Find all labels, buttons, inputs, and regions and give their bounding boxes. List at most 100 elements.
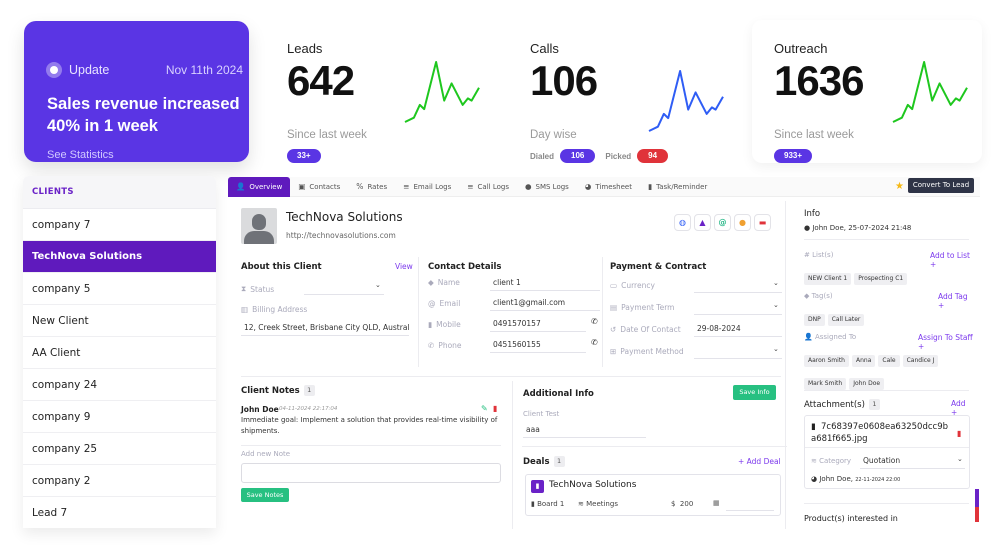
payment-term-select[interactable]: [694, 299, 782, 315]
assigned-label: 👤 Assigned To: [804, 333, 857, 341]
about-title: About this Client: [241, 262, 322, 272]
at-sign-icon: @: [718, 218, 727, 227]
phone-label: ✆ Phone: [428, 341, 462, 350]
quick-actions: ◍ ▲ @ ● ▬: [674, 214, 771, 231]
globe-button[interactable]: ◍: [674, 214, 691, 231]
payment-title: Payment & Contract: [610, 262, 707, 272]
company-url[interactable]: http://technovasolutions.com: [286, 231, 396, 240]
trash-icon: ▬: [758, 218, 767, 227]
staff-chip: Candice J: [902, 355, 939, 367]
hourglass-icon: ⧗: [241, 284, 247, 293]
list-tags: NEW Client 1 Prospecting C1: [804, 265, 974, 288]
deal-date-input[interactable]: [726, 499, 774, 511]
tab-timesheet[interactable]: ◕ Timesheet: [577, 177, 640, 197]
status-label: ⧗ Status: [241, 284, 275, 294]
notes-count: 1: [303, 385, 315, 396]
delete-attachment-icon[interactable]: ▮: [957, 429, 961, 438]
deal-stage: ≋ Meetings: [578, 500, 618, 508]
assigned-staff: Aaron Smith Anna Cale Candice J Mark Smith Jo…: [804, 347, 954, 393]
tag-icon: ◆: [428, 278, 434, 287]
phone-input[interactable]: 0451560155: [490, 337, 586, 353]
client-list-item[interactable]: company 5: [23, 273, 216, 305]
call-phone-icon[interactable]: ✆: [591, 338, 598, 347]
deal-card[interactable]: ▮ TechNova Solutions ▮ Board 1 ≋ Meeting…: [525, 474, 781, 516]
category-chevron-icon: ⌄: [957, 455, 963, 463]
radio-dot-icon: [46, 62, 62, 78]
client-list-item[interactable]: New Client: [23, 305, 216, 337]
date-of-contact-input[interactable]: 29-08-2024: [694, 321, 782, 337]
client-list-item[interactable]: AA Client: [23, 337, 216, 369]
tab-email-logs[interactable]: ≡ Email Logs: [395, 177, 459, 197]
delete-client-button[interactable]: ▬: [754, 214, 771, 231]
tab-call-logs[interactable]: ≡ Call Logs: [459, 177, 517, 197]
client-list-item[interactable]: company 2: [23, 465, 216, 497]
tab-task-reminder[interactable]: ▮ Task/Reminder: [640, 177, 715, 197]
chat-button[interactable]: ●: [734, 214, 751, 231]
tab-overview[interactable]: 👤 Overview: [228, 176, 291, 197]
status-select[interactable]: [304, 279, 384, 295]
layers-icon: ≋: [578, 500, 587, 508]
bell-icon: ▲: [699, 218, 706, 227]
client-list-item[interactable]: company 25: [23, 433, 216, 465]
globe-icon: ◍: [679, 218, 686, 227]
file-name-line-1[interactable]: 7c68397e0608ea63250dcc9b: [821, 422, 948, 432]
file-name-line-2[interactable]: a681f665.jpg: [811, 434, 868, 444]
mobile-input[interactable]: 0491570157: [490, 316, 586, 332]
client-list-item[interactable]: company 9: [23, 401, 216, 433]
about-view-link[interactable]: View: [395, 262, 413, 271]
uploaded-by: ◕ John Doe, 22-11-2024 22:00: [811, 475, 901, 483]
save-info-button[interactable]: Save Info: [733, 385, 776, 400]
name-input[interactable]: client 1: [490, 275, 600, 291]
tab-sms-logs[interactable]: ● SMS Logs: [517, 177, 577, 197]
client-list-item[interactable]: Lead 7: [23, 497, 216, 528]
add-note-label: Add new Note: [241, 450, 291, 458]
calculator-icon: ▤: [610, 303, 618, 312]
client-test-label: Client Test: [523, 410, 560, 418]
list-icon: ≡: [403, 181, 410, 191]
tab-label: SMS Logs: [535, 182, 569, 191]
client-test-input[interactable]: aaa: [523, 422, 646, 438]
attachment-card: ▮ 7c68397e0608ea63250dcc9b a681f665.jpg …: [804, 415, 970, 489]
picked-label: Picked: [605, 151, 632, 161]
favorite-star-icon[interactable]: ★: [895, 181, 904, 192]
billing-address-input[interactable]: 12, Creek Street, Brisbane City QLD, Aus…: [241, 320, 409, 336]
hash-icon: #: [804, 251, 813, 259]
bell-button[interactable]: ▲: [694, 214, 711, 231]
update-label: Update: [69, 63, 110, 77]
tab-label: Contacts: [309, 182, 341, 191]
tab-contacts[interactable]: ▣ Contacts: [290, 177, 348, 197]
add-deal-link[interactable]: + Add Deal: [738, 457, 781, 466]
tab-rates[interactable]: % Rates: [348, 177, 395, 197]
see-statistics-link[interactable]: See Statistics: [47, 149, 114, 161]
deals-title: Deals 1: [523, 456, 565, 467]
outreach-sparkline-path: [892, 61, 968, 123]
payment-method-select[interactable]: [694, 343, 782, 359]
save-notes-button[interactable]: Save Notes: [241, 488, 289, 502]
call-mobile-icon[interactable]: ✆: [591, 317, 598, 326]
date-of-contact-label: ↺ Date Of Contact: [610, 325, 681, 334]
client-list-item[interactable]: TechNova Solutions: [23, 241, 216, 273]
edit-note-icon[interactable]: ✎: [481, 404, 488, 413]
leads-badge: 33+: [287, 149, 321, 163]
deals-count: 1: [553, 456, 565, 467]
email-button[interactable]: @: [714, 214, 731, 231]
staff-chip: Anna: [851, 355, 876, 367]
history-icon: ↺: [610, 325, 617, 334]
calls-subtitle: Day wise: [530, 129, 577, 141]
note-timestamp: 04-11-2024 22:17:04: [279, 406, 338, 412]
category-select[interactable]: Quotation: [860, 453, 965, 469]
deal-amount: $ 200: [671, 500, 694, 508]
calls-card: Calls 106 Day wise Dialed 106 Picked 94: [530, 21, 740, 163]
clock-icon: ◕: [584, 181, 592, 191]
currency-select[interactable]: [694, 277, 782, 293]
notes-title: Client Notes 1: [241, 385, 315, 396]
calls-title: Calls: [530, 41, 559, 56]
email-input[interactable]: client1@gmail.com: [490, 295, 600, 311]
attachments-title: Attachment(s) 1: [804, 399, 880, 410]
tab-label: Overview: [249, 182, 283, 191]
client-list-item[interactable]: company 7: [23, 209, 216, 241]
client-list-item[interactable]: company 24: [23, 369, 216, 401]
new-note-textarea[interactable]: [241, 463, 501, 483]
delete-note-icon[interactable]: ▮: [493, 404, 497, 413]
convert-to-lead-button[interactable]: Convert To Lead: [908, 178, 974, 193]
